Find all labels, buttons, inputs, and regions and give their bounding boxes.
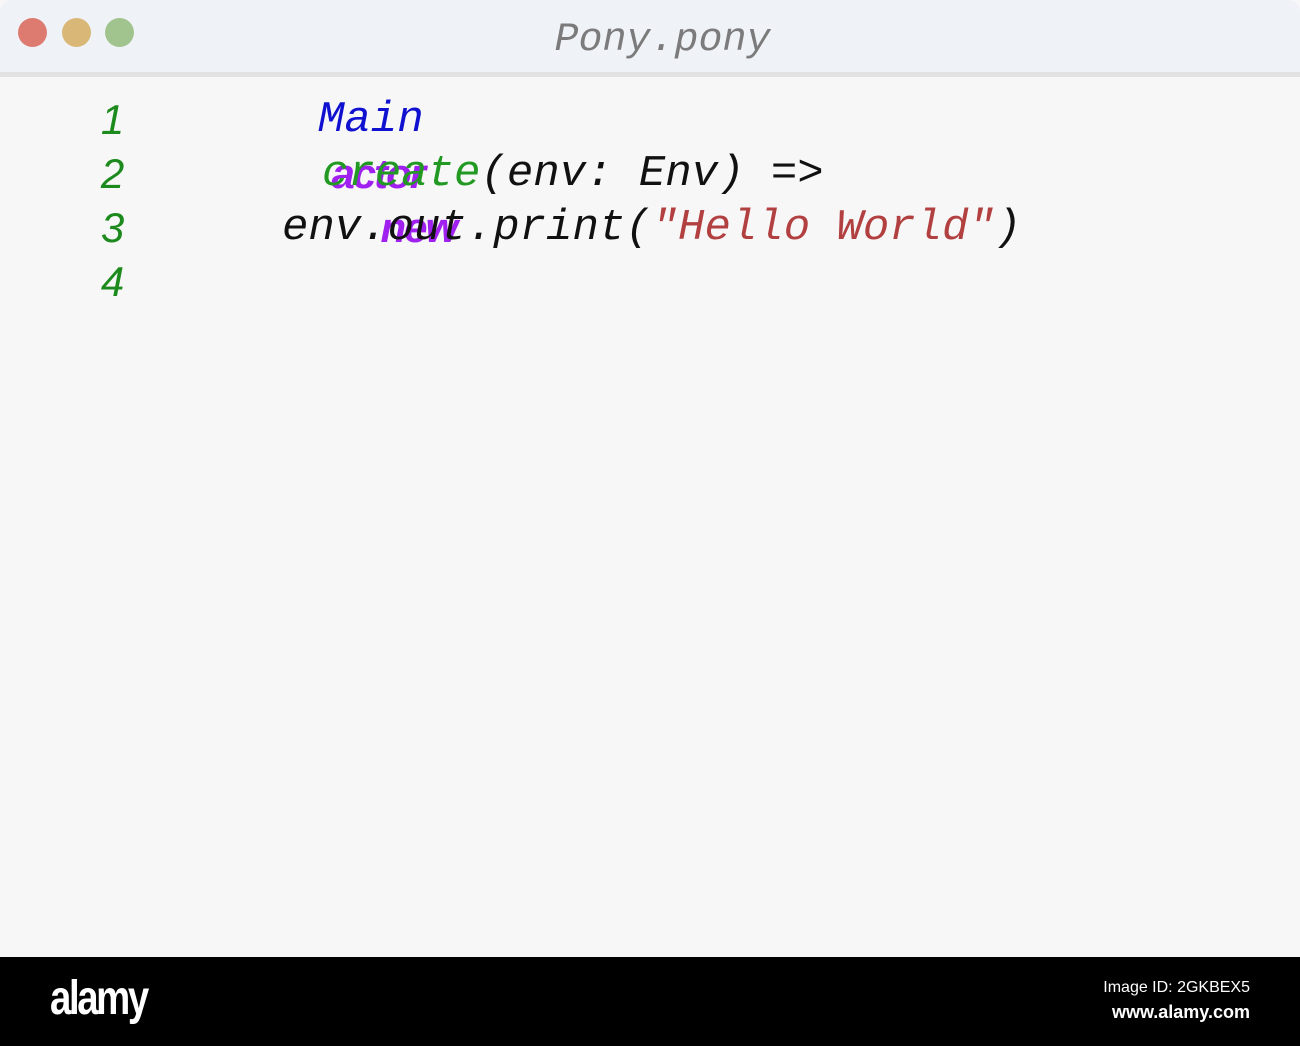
image-id: Image ID: 2GKBEX5 — [1103, 979, 1250, 996]
code-text: (env: Env) => — [480, 149, 824, 199]
string-literal: "Hello World" — [651, 203, 995, 253]
line-number: 3 — [100, 204, 125, 251]
line-number: 1 — [100, 96, 125, 143]
line-number: 2 — [100, 150, 125, 197]
window-title: Pony.pony — [554, 18, 771, 63]
code-line: 4 — [0, 255, 1300, 309]
code-line: 2 new create(env: Env) => — [0, 147, 1300, 251]
window-titlebar: Pony.pony — [0, 0, 1300, 77]
code-text: ) — [994, 203, 1022, 253]
type-name: Main — [318, 95, 424, 145]
code-text: env.out.print( — [282, 203, 652, 253]
function-name: create — [322, 149, 481, 199]
code-line: 1 actor Main — [0, 93, 1300, 197]
code-editor[interactable]: 1 actor Main 2 new create(env: Env) => 3… — [0, 77, 1300, 957]
alamy-logo: alamy — [50, 972, 149, 1025]
watermark-footer: alamy Image ID: 2GKBEX5 www.alamy.com — [0, 957, 1300, 1046]
site-url: www.alamy.com — [1111, 1002, 1250, 1022]
line-number: 4 — [100, 258, 125, 305]
code-line: 3 env.out.print("Hello World") — [0, 201, 1300, 255]
